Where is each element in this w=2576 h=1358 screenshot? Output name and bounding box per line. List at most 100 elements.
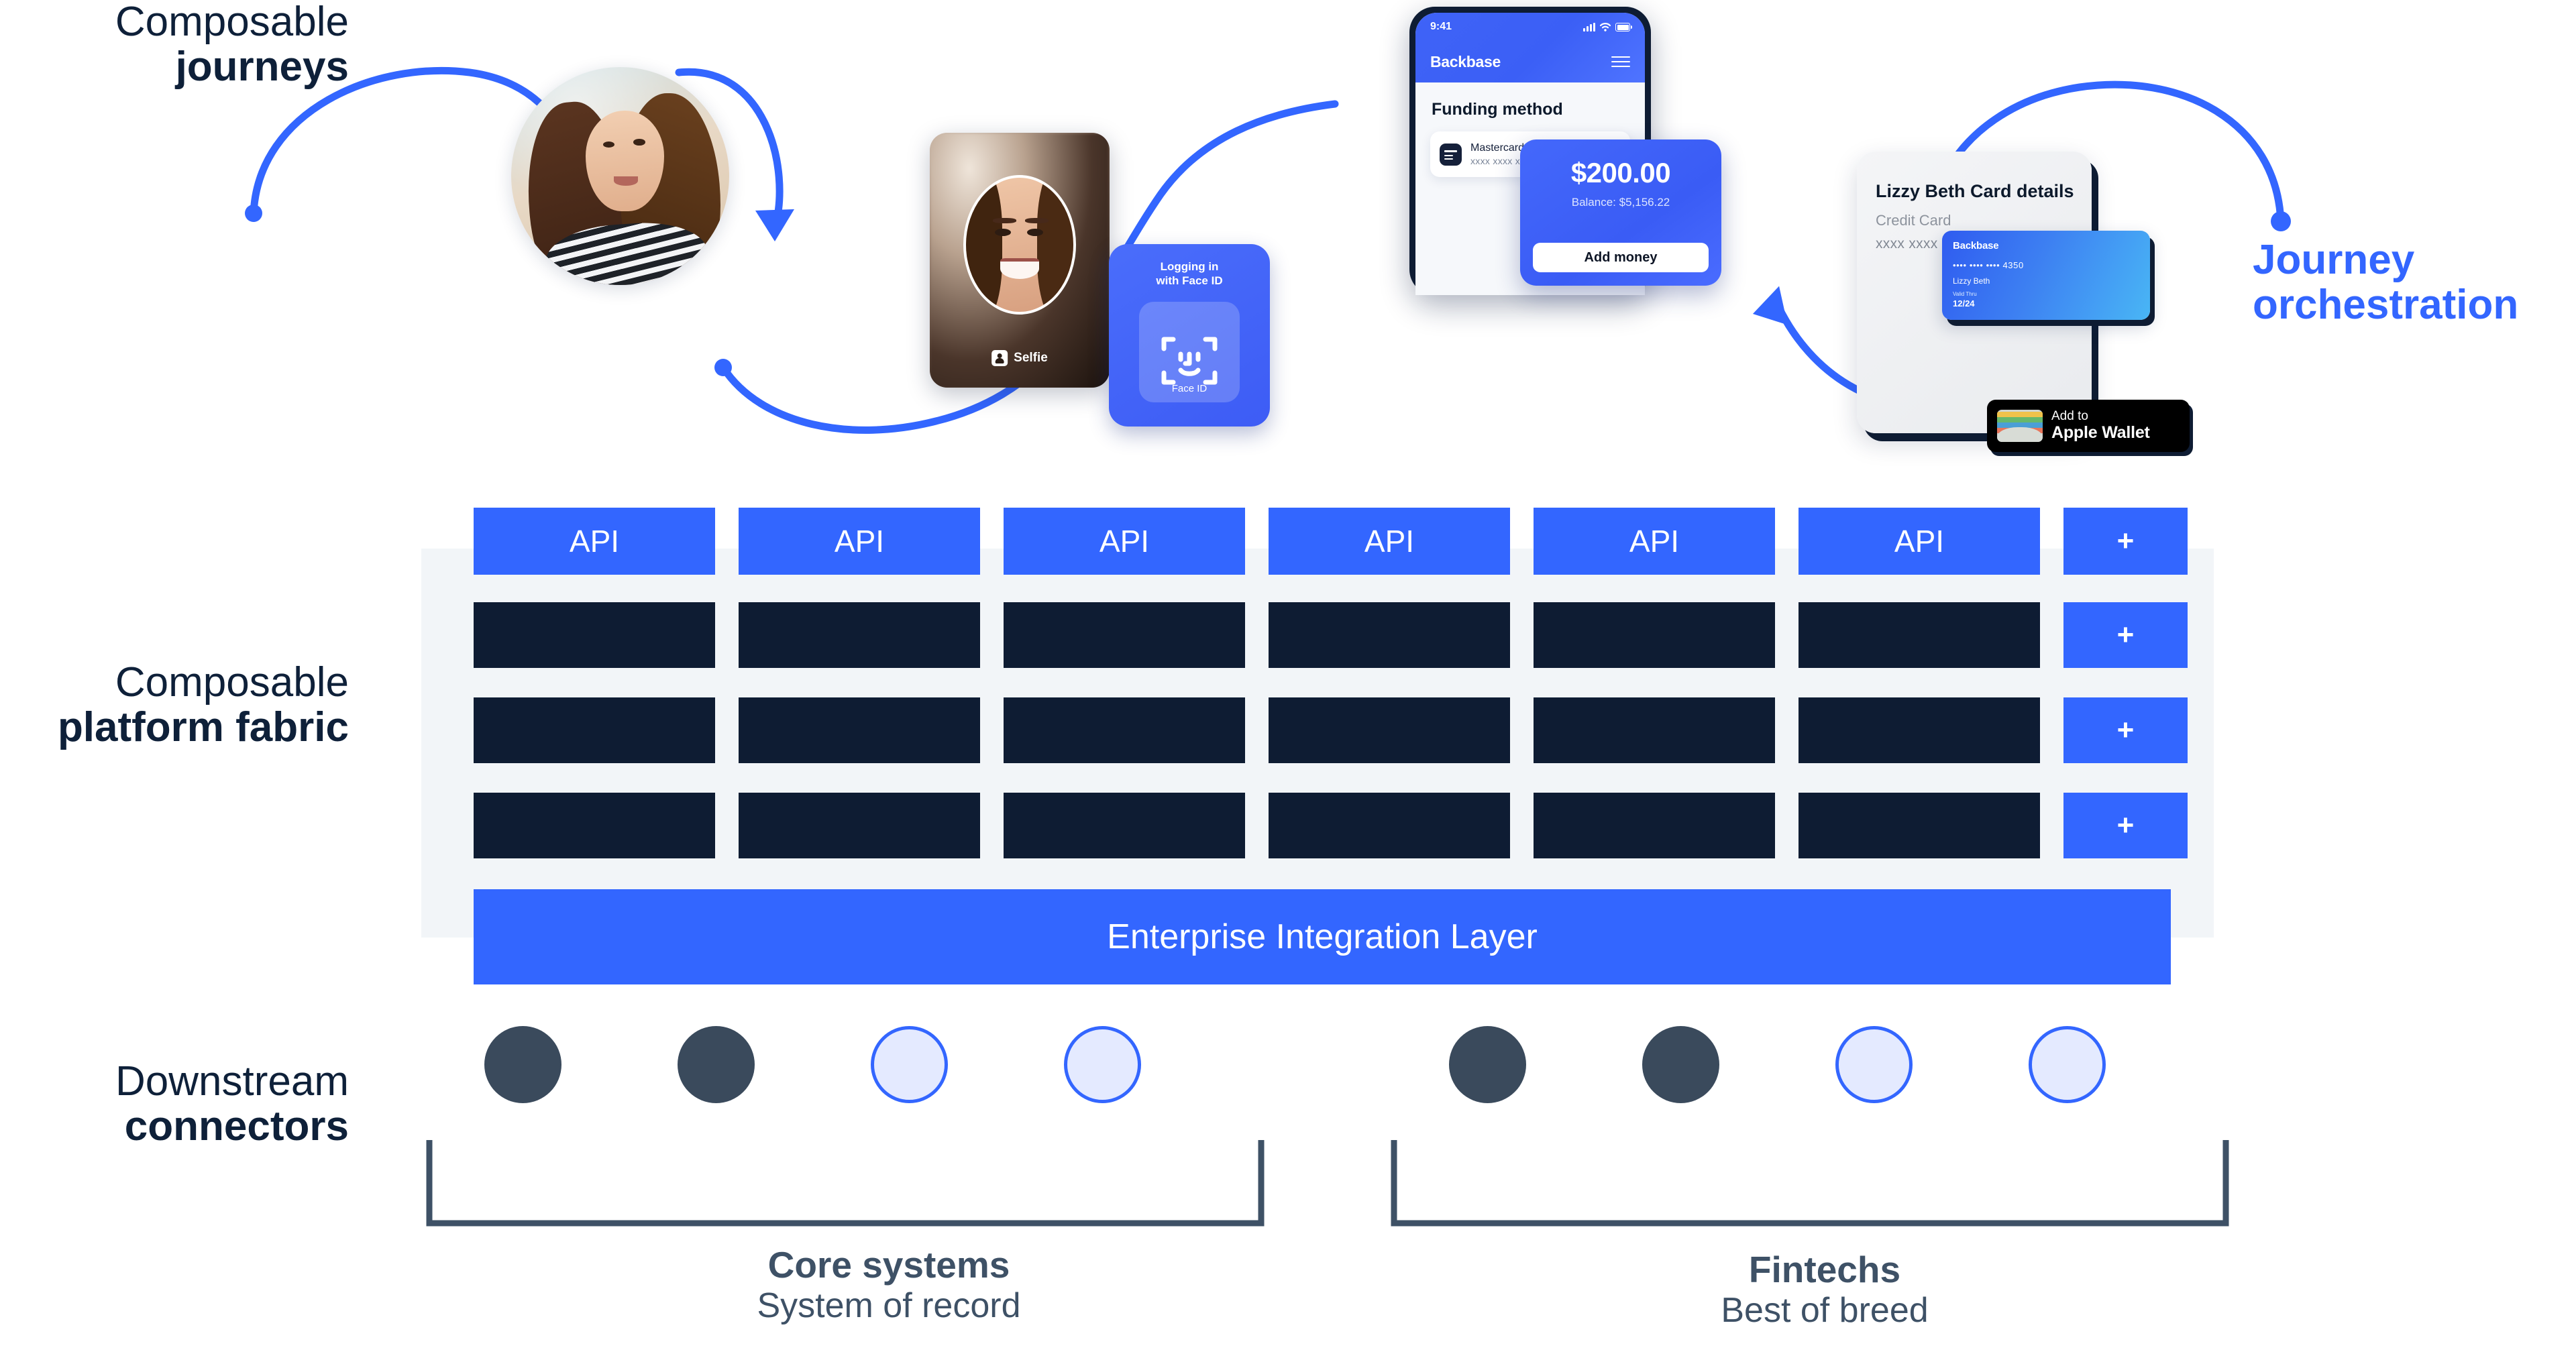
apple-wallet-line-1: Add to <box>2051 409 2088 424</box>
connector-node[interactable] <box>678 1026 755 1103</box>
label-line-2: orchestration <box>2253 281 2519 328</box>
selfie-face-oval-guide <box>963 175 1076 315</box>
add-capability-button[interactable]: + <box>2063 697 2188 763</box>
credit-card-icon <box>1440 143 1462 166</box>
connector-node[interactable] <box>1642 1026 1719 1103</box>
add-capability-button[interactable]: + <box>2063 793 2188 858</box>
capability-cell[interactable] <box>474 697 715 763</box>
selfie-brow-left <box>993 218 1017 224</box>
connector-node[interactable] <box>2029 1026 2106 1103</box>
capability-cell[interactable] <box>1004 793 1245 858</box>
capability-cell[interactable] <box>1004 697 1245 763</box>
balance-text: Balance: $5,156.22 <box>1571 196 1670 209</box>
selfie-badge: Selfie <box>991 350 1048 366</box>
api-cell[interactable]: API <box>739 508 980 575</box>
photo-eye-right <box>633 139 645 146</box>
status-time: 9:41 <box>1430 21 1452 32</box>
capability-cell[interactable] <box>1534 602 1775 668</box>
label-line-1: Journey <box>2253 237 2415 283</box>
valid-thru-value: 12/24 <box>1953 298 1975 308</box>
phone-status-bar: 9:41 <box>1415 13 1645 41</box>
card-holder-name: Lizzy Beth <box>1953 276 1990 286</box>
capability-cell[interactable] <box>1534 697 1775 763</box>
label-line-1: Downstream <box>115 1058 349 1105</box>
face-id-title-line-1: Logging in <box>1160 260 1219 273</box>
apple-wallet-line-2: Apple Wallet <box>2051 422 2150 442</box>
customer-avatar-photo <box>511 67 729 285</box>
caption-core-systems: Core systems System of record <box>470 1244 1308 1326</box>
funding-method-title: Funding method <box>1432 100 1563 119</box>
api-cell[interactable]: API <box>1799 508 2040 575</box>
virtual-credit-card: Backbase •••• •••• •••• 4350 Lizzy Beth … <box>1942 231 2150 320</box>
enterprise-integration-layer-bar[interactable]: Enterprise Integration Layer <box>474 889 2171 984</box>
caption-fintechs: Fintechs Best of breed <box>1395 1249 2254 1331</box>
card-details-title: Lizzy Beth Card details <box>1876 181 2074 201</box>
connector-node[interactable] <box>871 1026 948 1103</box>
wifi-icon <box>1599 23 1611 32</box>
photo-mouth <box>613 176 638 186</box>
face-id-title: Logging in with Face ID <box>1109 260 1270 288</box>
connector-node[interactable] <box>1064 1026 1141 1103</box>
capability-cell[interactable] <box>739 793 980 858</box>
capability-cell[interactable] <box>739 697 980 763</box>
capability-cell[interactable] <box>1799 602 2040 668</box>
selfie-hair-right <box>1036 178 1073 313</box>
apple-wallet-text: Add to Apple Wallet <box>2051 410 2150 442</box>
arrow-5-dot <box>2271 211 2291 231</box>
capability-cell[interactable] <box>1269 697 1510 763</box>
bracket-core-systems <box>426 1140 1265 1227</box>
label-line-2: platform fabric <box>57 703 349 750</box>
label-line-2: connectors <box>124 1102 349 1149</box>
add-money-card: $200.00 Balance: $5,156.22 Add money <box>1520 139 1721 286</box>
label-line-1: Composable <box>115 0 349 45</box>
api-cell[interactable]: API <box>474 508 715 575</box>
caption-core-title: Core systems <box>767 1244 1010 1286</box>
add-money-button[interactable]: Add money <box>1533 243 1709 272</box>
capability-cell[interactable] <box>1269 602 1510 668</box>
amount-value: $200.00 <box>1570 157 1671 188</box>
face-id-icon <box>1161 337 1218 385</box>
apple-wallet-icon <box>1997 410 2043 442</box>
capability-cell[interactable] <box>1534 793 1775 858</box>
card-number: •••• •••• •••• 4350 <box>1953 260 2024 270</box>
caption-core-subtitle: System of record <box>757 1286 1021 1325</box>
api-cell[interactable]: API <box>1269 508 1510 575</box>
connector-node[interactable] <box>484 1026 561 1103</box>
api-cell[interactable]: API <box>1004 508 1245 575</box>
hamburger-menu-icon[interactable] <box>1611 56 1630 67</box>
selfie-eye-left <box>995 229 1012 237</box>
capability-cell[interactable] <box>474 793 715 858</box>
selfie-capture-card: Selfie <box>930 133 1110 388</box>
add-to-apple-wallet-button[interactable]: Add to Apple Wallet <box>1987 400 2190 452</box>
caption-fintech-subtitle: Best of breed <box>1721 1290 1929 1330</box>
connector-node[interactable] <box>1835 1026 1913 1103</box>
arrow-2-head <box>755 209 794 241</box>
arrow-3-dot <box>714 359 732 376</box>
capability-cell[interactable] <box>739 602 980 668</box>
capability-cell[interactable] <box>1799 697 2040 763</box>
connector-node[interactable] <box>1449 1026 1526 1103</box>
enterprise-integration-layer-label: Enterprise Integration Layer <box>1107 917 1538 956</box>
grouping-brackets <box>426 1140 2229 1227</box>
face-id-title-line-2: with Face ID <box>1156 274 1223 287</box>
face-id-tile[interactable]: Face ID <box>1139 302 1240 402</box>
capability-cell[interactable] <box>474 602 715 668</box>
api-cell[interactable]: API <box>1534 508 1775 575</box>
selfie-hair-left <box>966 178 1003 313</box>
label-composable-platform-fabric: Composable platform fabric <box>0 659 349 750</box>
label-line-1: Composable <box>115 659 349 705</box>
add-capability-button[interactable]: + <box>2063 602 2188 668</box>
caption-fintech-title: Fintechs <box>1748 1249 1901 1290</box>
valid-thru-label: Valid Thru <box>1953 291 1977 297</box>
selfie-brow-right <box>1025 218 1049 224</box>
add-capability-button[interactable]: + <box>2063 508 2188 575</box>
capability-cell[interactable] <box>1269 793 1510 858</box>
capability-cell[interactable] <box>1004 602 1245 668</box>
card-brand-name: Backbase <box>1953 240 1999 251</box>
selfie-badge-label: Selfie <box>1014 351 1048 365</box>
journey-arrows <box>245 66 2291 434</box>
label-downstream-connectors: Downstream connectors <box>0 1058 349 1149</box>
status-icons <box>1583 22 1632 32</box>
label-line-2: journeys <box>175 43 349 90</box>
capability-cell[interactable] <box>1799 793 2040 858</box>
